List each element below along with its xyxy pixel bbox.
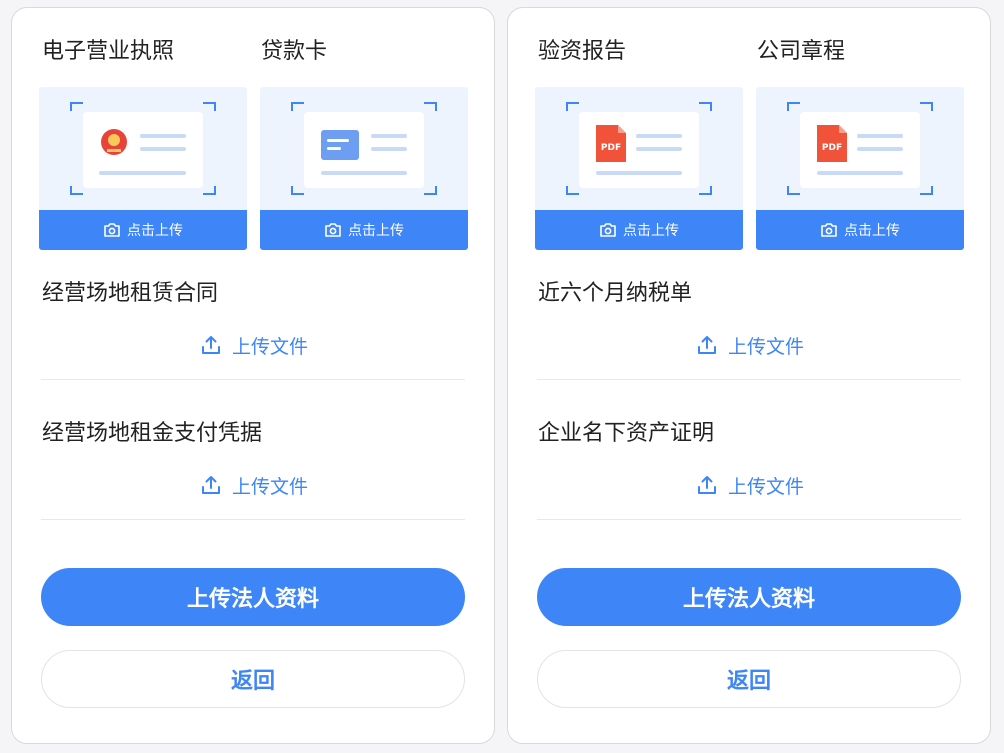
upload-card-articles-of-association[interactable]: PDF 点击上传 <box>756 87 964 250</box>
upload-file-button-tax-receipts[interactable]: 上传文件 <box>508 330 992 360</box>
upload-card-loan-card[interactable]: 点击上传 <box>260 87 468 250</box>
pdf-badge-text: PDF <box>600 143 622 153</box>
upload-file-label: 上传文件 <box>231 335 308 358</box>
pdf-badge-text: PDF <box>821 143 843 153</box>
upload-file-label: 上传文件 <box>231 475 308 498</box>
card-icon <box>291 102 437 195</box>
section-title-asset-proof: 企业名下资产证明 <box>538 421 715 446</box>
card-upload-label: 点击上传 <box>623 223 679 239</box>
card-upload-label: 点击上传 <box>844 223 900 239</box>
card-title-loan-card: 贷款卡 <box>261 39 328 64</box>
upload-file-button-asset-proof[interactable]: 上传文件 <box>508 470 992 500</box>
card-upload-button-capital-report[interactable]: 点击上传 <box>535 210 743 250</box>
camera-icon <box>104 223 120 237</box>
upload-icon <box>201 476 220 494</box>
card-upload-button-loan-card[interactable]: 点击上传 <box>260 210 468 250</box>
camera-icon <box>600 223 616 237</box>
pdf-icon <box>787 102 933 195</box>
section-title-tax-receipts: 近六个月纳税单 <box>538 281 693 306</box>
divider <box>537 519 961 520</box>
upload-file-button-rent-payment[interactable]: 上传文件 <box>12 470 496 500</box>
camera-icon <box>325 223 341 237</box>
back-button[interactable]: 返回 <box>41 650 465 708</box>
upload-file-button-lease-contract[interactable]: 上传文件 <box>12 330 496 360</box>
pdf-icon <box>566 102 712 195</box>
card-upload-label: 点击上传 <box>127 223 183 239</box>
divider <box>537 379 961 380</box>
upload-legal-person-button[interactable]: 上传法人资料 <box>41 568 465 626</box>
card-title-business-license: 电子营业执照 <box>42 39 175 64</box>
upload-icon <box>697 476 716 494</box>
upload-icon <box>697 336 716 354</box>
screen: 电子营业执照 贷款卡 点击上传 点击上传 经营场地租赁合同 上传文件 经营场地租… <box>0 0 1004 753</box>
camera-icon <box>821 223 837 237</box>
section-title-lease-contract: 经营场地租赁合同 <box>42 281 219 306</box>
emblem-icon <box>70 102 216 195</box>
divider <box>41 519 465 520</box>
left-panel: 电子营业执照 贷款卡 点击上传 点击上传 经营场地租赁合同 上传文件 经营场地租… <box>11 7 495 744</box>
upload-icon <box>201 336 220 354</box>
upload-card-business-license[interactable]: 点击上传 <box>39 87 247 250</box>
card-title-articles-of-association: 公司章程 <box>757 39 846 64</box>
upload-card-capital-report[interactable]: PDF 点击上传 <box>535 87 743 250</box>
section-title-rent-payment: 经营场地租金支付凭据 <box>42 421 263 446</box>
card-title-capital-report: 验资报告 <box>538 39 627 64</box>
card-upload-button-business-license[interactable]: 点击上传 <box>39 210 247 250</box>
card-upload-button-articles-of-association[interactable]: 点击上传 <box>756 210 964 250</box>
upload-file-label: 上传文件 <box>727 335 804 358</box>
back-button[interactable]: 返回 <box>537 650 961 708</box>
right-panel: 验资报告 公司章程 PDF 点击上传 PDF 点击上传 近六个月纳税单 上传文件… <box>507 7 991 744</box>
upload-legal-person-button[interactable]: 上传法人资料 <box>537 568 961 626</box>
card-upload-label: 点击上传 <box>348 223 404 239</box>
upload-file-label: 上传文件 <box>727 475 804 498</box>
divider <box>41 379 465 380</box>
